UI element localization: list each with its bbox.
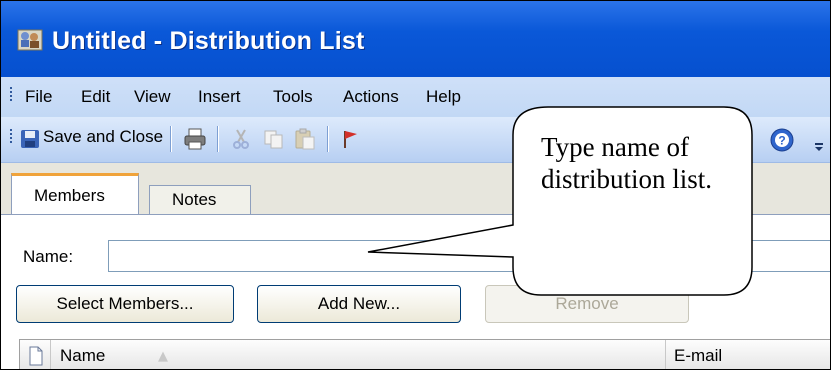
menu-tools[interactable]: Tools bbox=[273, 87, 313, 107]
menu-insert[interactable]: Insert bbox=[198, 87, 241, 107]
menu-edit[interactable]: Edit bbox=[81, 87, 110, 107]
help-icon[interactable]: ? bbox=[769, 127, 795, 153]
tab-notes[interactable]: Notes bbox=[149, 185, 251, 215]
add-new-button[interactable]: Add New... bbox=[257, 285, 461, 323]
window-title: Untitled - Distribution List bbox=[52, 27, 365, 55]
save-and-close-button[interactable]: Save and Close bbox=[43, 127, 163, 147]
name-input[interactable] bbox=[108, 240, 830, 272]
tab-members-label: Members bbox=[34, 186, 105, 205]
toolbar-separator bbox=[327, 126, 328, 152]
distribution-list-icon bbox=[17, 29, 43, 51]
svg-text:?: ? bbox=[778, 134, 785, 148]
column-header-name[interactable]: Name bbox=[50, 340, 106, 369]
menubar-grip[interactable] bbox=[10, 87, 13, 103]
save-icon[interactable] bbox=[20, 129, 40, 149]
select-members-button[interactable]: Select Members... bbox=[16, 285, 234, 323]
menu-file[interactable]: File bbox=[25, 87, 52, 107]
print-icon[interactable] bbox=[183, 128, 207, 150]
toolbar-separator bbox=[170, 126, 171, 152]
menu-help[interactable]: Help bbox=[426, 87, 461, 107]
members-list-header: Name ▲ E-mail bbox=[19, 339, 830, 369]
tab-members[interactable]: Members bbox=[11, 173, 139, 215]
copy-icon[interactable] bbox=[263, 129, 285, 149]
toolbar-options-chevron-icon[interactable] bbox=[813, 131, 825, 153]
flag-icon[interactable] bbox=[341, 129, 359, 149]
cut-icon[interactable] bbox=[231, 128, 251, 150]
column-header-email-label: E-mail bbox=[674, 346, 723, 365]
toolbar-separator bbox=[217, 126, 218, 152]
menu-view[interactable]: View bbox=[134, 87, 171, 107]
tab-notes-label: Notes bbox=[172, 190, 217, 209]
menu-actions[interactable]: Actions bbox=[343, 87, 399, 107]
toolbar-grip[interactable] bbox=[10, 129, 13, 145]
item-type-icon[interactable] bbox=[28, 346, 44, 366]
name-label: Name: bbox=[23, 247, 74, 266]
title-bar[interactable]: Untitled - Distribution List bbox=[1, 1, 830, 77]
members-panel: Name: Select Members... Add New... Remov… bbox=[1, 214, 830, 369]
paste-icon[interactable] bbox=[293, 127, 317, 151]
callout-text: Type name of distribution list. bbox=[541, 132, 713, 194]
column-header-name-label: Name bbox=[60, 346, 106, 365]
sort-ascending-icon: ▲ bbox=[158, 349, 168, 364]
remove-button[interactable]: Remove bbox=[485, 285, 689, 323]
menu-bar: File Edit View Insert Tools Actions Help bbox=[1, 77, 830, 117]
column-header-email[interactable]: E-mail bbox=[665, 340, 723, 369]
